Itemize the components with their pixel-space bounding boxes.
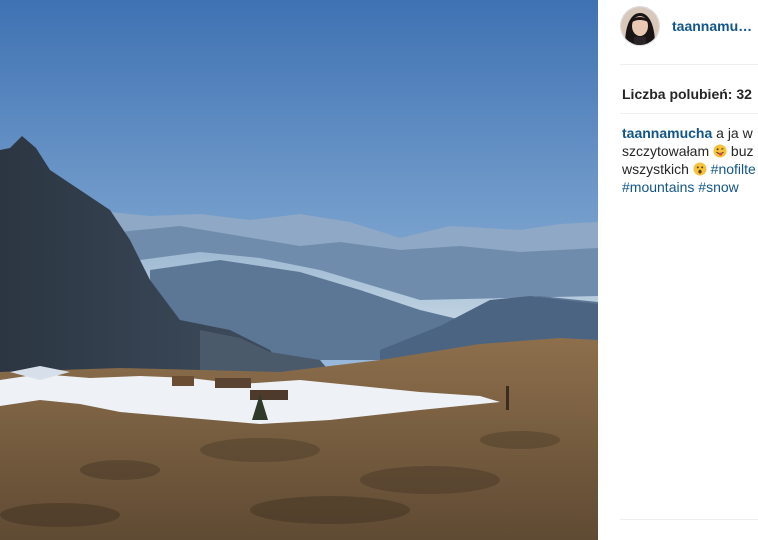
hashtag-link[interactable]: #mountains: [622, 179, 694, 195]
divider: [620, 519, 758, 520]
caption-line: wszystkich #nofilte: [622, 160, 758, 178]
caption-text: wszystkich: [622, 161, 693, 177]
divider: [620, 64, 758, 65]
mountain-landscape-image: [0, 0, 598, 540]
tongue-wink-emoji-icon: [713, 144, 727, 158]
avatar-image: [621, 7, 659, 45]
post-caption: taannamucha a ja w szczytowałam buz wszy…: [622, 124, 758, 196]
caption-line: #mountains #snow: [622, 178, 758, 196]
avatar[interactable]: [620, 6, 660, 46]
hashtag-link[interactable]: #snow: [698, 179, 738, 195]
username-link[interactable]: taannamu…: [672, 18, 752, 34]
post-header: taannamu…: [620, 6, 752, 46]
caption-text: szczytowałam: [622, 143, 714, 159]
caption-line: taannamucha a ja w: [622, 124, 758, 142]
caption-username-link[interactable]: taannamucha: [622, 125, 712, 141]
divider: [620, 113, 758, 114]
likes-count: Liczba polubień: 32: [622, 86, 752, 102]
surprised-emoji-icon: [693, 162, 707, 176]
post-sidebar: taannamu… Liczba polubień: 32 taannamuch…: [598, 0, 758, 540]
hashtag-link[interactable]: #nofilte: [707, 161, 756, 177]
caption-text: buz: [727, 143, 754, 159]
post-photo[interactable]: [0, 0, 598, 540]
caption-line: szczytowałam buz: [622, 142, 758, 160]
caption-text: a ja w: [712, 125, 753, 141]
